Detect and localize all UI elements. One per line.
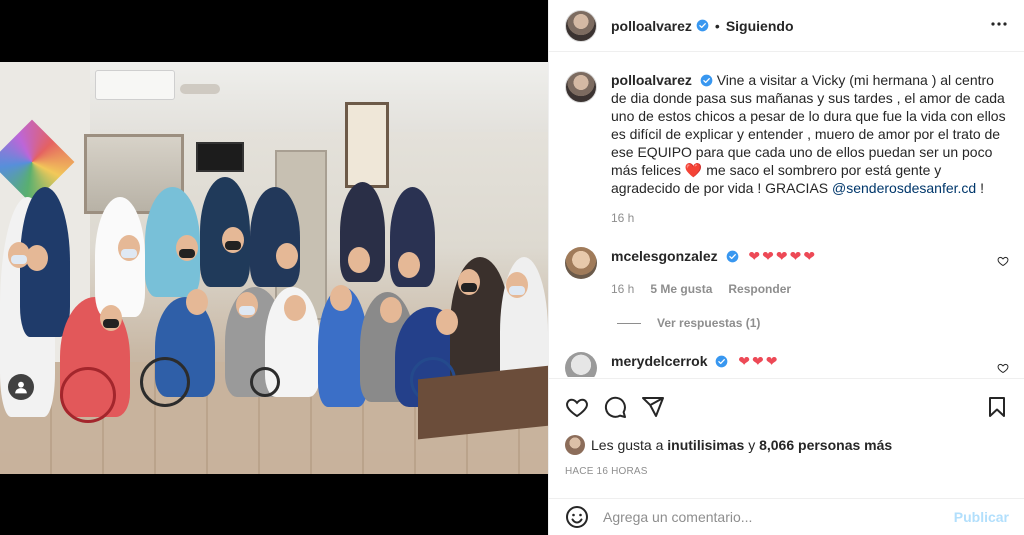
follow-status-button[interactable]: Siguiendo: [726, 18, 794, 34]
person-head: [436, 309, 458, 335]
likes-prefix: Les gusta a: [591, 437, 664, 453]
commenter-username[interactable]: mcelesgonzalez: [611, 248, 718, 264]
verified-icon: [716, 355, 728, 368]
commenter-avatar[interactable]: [565, 247, 597, 279]
comment-body: mcelesgonzalez ❤❤❤❤❤: [611, 247, 817, 279]
comment-like-icon[interactable]: [997, 255, 1009, 267]
person-head: [186, 289, 208, 315]
comment-body: merydelcerrok ❤❤❤: [611, 352, 780, 377]
action-icons: [565, 395, 665, 419]
comment-timestamp[interactable]: 16 h: [611, 282, 634, 296]
face-mask: [225, 241, 241, 250]
replies-divider: [617, 322, 641, 324]
likes-connector: y: [748, 437, 756, 453]
comment-text: ❤❤❤: [738, 353, 780, 369]
face-mask: [103, 319, 119, 328]
user-icon: [15, 381, 27, 394]
caption-mention-link[interactable]: @senderosdesanfer.cd: [832, 180, 976, 196]
comment-item: mcelesgonzalez ❤❤❤❤❤: [565, 247, 1015, 279]
post-panel: polloalvarez • Siguiendo polloalvarez Vi…: [548, 0, 1024, 535]
person-head: [276, 243, 298, 269]
liker-username[interactable]: inutilisimas: [667, 437, 744, 453]
caption-username[interactable]: polloalvarez: [611, 72, 692, 88]
person-head: [284, 295, 306, 321]
face-mask: [509, 286, 525, 295]
caption-timestamp[interactable]: 16 h: [611, 211, 634, 225]
caption-end: !: [980, 180, 984, 196]
comment-meta: 16 h 5 Me gusta Responder: [611, 282, 791, 296]
comments-section[interactable]: polloalvarez Vine a visitar a Vicky (mi …: [549, 53, 1024, 377]
face-mask: [239, 306, 255, 315]
post-header: polloalvarez • Siguiendo: [549, 0, 1024, 52]
post-timestamp[interactable]: HACE 16 HORAS: [565, 466, 648, 477]
more-horizontal-icon: [991, 22, 1007, 26]
photo-people-group: [0, 157, 548, 423]
photo-ceiling-fan: [180, 84, 220, 94]
person-head: [330, 285, 352, 311]
author-username[interactable]: polloalvarez: [611, 18, 692, 34]
verified-icon: [700, 74, 713, 87]
post-actions: Les gusta a inutilisimas y 8,066 persona…: [549, 378, 1024, 478]
caption-heart: ❤️: [684, 162, 703, 178]
face-mask: [121, 249, 137, 258]
commenter-avatar[interactable]: [565, 352, 597, 377]
reply-button[interactable]: Responder: [728, 282, 791, 296]
comment-icon[interactable]: [603, 395, 627, 419]
post-photo[interactable]: [0, 62, 548, 474]
more-options-button[interactable]: [987, 12, 1011, 36]
view-replies-button[interactable]: Ver respuestas (1): [617, 316, 760, 330]
comment-likes-count[interactable]: 5 Me gusta: [650, 282, 712, 296]
person-head: [26, 245, 48, 271]
face-mask: [461, 283, 477, 292]
publish-button[interactable]: Publicar: [954, 509, 1009, 525]
share-icon[interactable]: [641, 395, 665, 419]
verified-icon: [726, 250, 738, 263]
person-head: [380, 297, 402, 323]
add-comment-bar: Publicar: [549, 498, 1024, 535]
view-replies-label: Ver respuestas (1): [657, 316, 761, 330]
comment-input[interactable]: [603, 509, 954, 525]
person: [250, 187, 300, 287]
comment-text: ❤❤❤❤❤: [748, 248, 818, 264]
person-head: [398, 252, 420, 278]
photo-air-conditioner: [95, 70, 175, 100]
wheelchair-wheel: [60, 367, 116, 423]
emoji-icon[interactable]: [565, 505, 589, 529]
face-mask: [11, 255, 27, 264]
face-mask: [179, 249, 195, 258]
verified-icon: [696, 19, 709, 32]
wheelchair-wheel: [250, 367, 280, 397]
likes-others[interactable]: 8,066 personas más: [759, 437, 892, 453]
comment-like-icon[interactable]: [997, 362, 1009, 374]
wheelchair-wheel: [140, 357, 190, 407]
caption-author-avatar[interactable]: [565, 71, 597, 103]
likes-summary[interactable]: Les gusta a inutilisimas y 8,066 persona…: [565, 435, 892, 455]
liker-avatar[interactable]: [565, 435, 585, 455]
like-heart-icon[interactable]: [565, 395, 589, 419]
person: [95, 197, 145, 317]
header-separator: •: [714, 17, 720, 34]
comment-item: merydelcerrok ❤❤❤: [565, 352, 1015, 377]
commenter-username[interactable]: merydelcerrok: [611, 353, 708, 369]
person-head: [348, 247, 370, 273]
post-media: [0, 0, 548, 535]
tagged-people-button[interactable]: [8, 374, 34, 400]
caption-body: polloalvarez Vine a visitar a Vicky (mi …: [611, 71, 1011, 197]
post-caption: polloalvarez Vine a visitar a Vicky (mi …: [565, 71, 1015, 197]
bookmark-icon[interactable]: [985, 395, 1009, 419]
author-avatar[interactable]: [565, 9, 597, 42]
